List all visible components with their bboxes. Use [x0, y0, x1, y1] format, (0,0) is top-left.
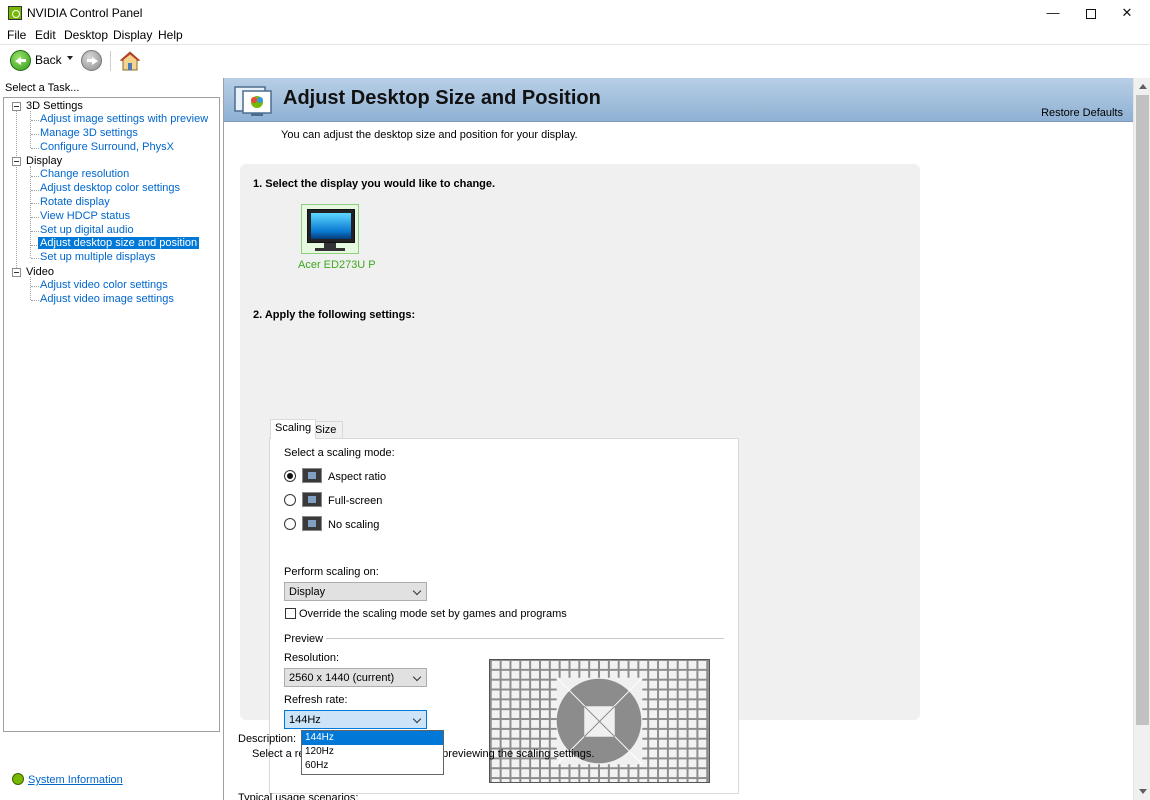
no-scaling-label[interactable]: No scaling	[328, 519, 379, 531]
perform-scaling-value: Display	[289, 586, 326, 598]
refresh-option-144hz[interactable]: 144Hz	[302, 731, 443, 745]
resolution-label: Resolution:	[284, 652, 340, 664]
radio-aspect-ratio[interactable]	[284, 470, 296, 482]
refresh-rate-label: Refresh rate:	[284, 694, 348, 706]
step2-heading: 2. Apply the following settings:	[253, 309, 416, 321]
step1-heading: 1. Select the display you would like to …	[253, 178, 496, 190]
page-title: Adjust Desktop Size and Position	[283, 87, 601, 109]
chevron-down-icon	[412, 714, 422, 724]
usage-scenarios-label: Typical usage scenarios:	[238, 792, 359, 800]
tree-line	[16, 110, 17, 274]
collapse-3d-settings-icon[interactable]	[12, 102, 21, 111]
scroll-down-icon[interactable]	[1139, 789, 1147, 794]
task-adjust-video-color[interactable]: Adjust video color settings	[38, 279, 170, 291]
title-bar: NVIDIA Control Panel — ✕	[0, 0, 1150, 26]
task-adjust-desktop-color[interactable]: Adjust desktop color settings	[38, 182, 182, 194]
override-label[interactable]: Override the scaling mode set by games a…	[299, 608, 567, 620]
refresh-option-120hz[interactable]: 120Hz	[302, 745, 443, 759]
page-banner: Adjust Desktop Size and Position Restore…	[224, 78, 1133, 122]
forward-arrow-icon[interactable]	[81, 50, 102, 71]
menu-desktop[interactable]: Desktop	[64, 28, 108, 42]
back-history-dropdown-icon[interactable]	[67, 56, 73, 60]
refresh-option-60hz[interactable]: 60Hz	[302, 759, 443, 773]
display-name[interactable]: Acer ED273U P	[298, 259, 376, 271]
tree-category-video[interactable]: Video	[26, 266, 54, 278]
tree-category-display[interactable]: Display	[26, 155, 62, 167]
perform-scaling-label: Perform scaling on:	[284, 566, 379, 578]
task-adjust-image-settings[interactable]: Adjust image settings with preview	[38, 113, 210, 125]
tab-scaling[interactable]: Scaling	[270, 419, 317, 439]
task-adjust-desktop-size-position[interactable]: Adjust desktop size and position	[38, 237, 200, 249]
page-intro: You can adjust the desktop size and posi…	[281, 129, 578, 141]
no-scaling-icon	[302, 516, 322, 531]
desktop-size-icon	[234, 86, 272, 116]
task-set-up-multiple-displays[interactable]: Set up multiple displays	[38, 251, 158, 263]
monitor-icon	[307, 209, 355, 243]
refresh-rate-dropdown: 144Hz 120Hz 60Hz	[301, 730, 444, 775]
refresh-rate-value: 144Hz	[289, 714, 321, 726]
task-adjust-video-image[interactable]: Adjust video image settings	[38, 293, 176, 305]
menu-display[interactable]: Display	[113, 28, 152, 42]
settings-section: 1. Select the display you would like to …	[240, 164, 920, 794]
back-arrow-icon[interactable]	[10, 50, 31, 71]
window-title: NVIDIA Control Panel	[27, 6, 143, 20]
toolbar: Back	[0, 44, 1150, 76]
vertical-scrollbar[interactable]	[1133, 78, 1150, 800]
home-icon[interactable]	[119, 50, 141, 72]
task-pane-footer: System Information	[0, 735, 222, 800]
scroll-thumb[interactable]	[1136, 95, 1149, 725]
menu-help[interactable]: Help	[158, 28, 183, 42]
resolution-select[interactable]: 2560 x 1440 (current)	[284, 668, 427, 687]
chevron-down-icon	[412, 672, 422, 682]
perform-scaling-select[interactable]: Display	[284, 582, 427, 601]
task-view-hdcp-status[interactable]: View HDCP status	[38, 210, 132, 222]
override-checkbox[interactable]	[285, 608, 296, 619]
collapse-display-icon[interactable]	[12, 157, 21, 166]
full-screen-label[interactable]: Full-screen	[328, 495, 382, 507]
system-information-link[interactable]: System Information	[28, 774, 123, 786]
preview-divider	[326, 638, 724, 639]
scaling-mode-label: Select a scaling mode:	[284, 447, 395, 459]
task-change-resolution[interactable]: Change resolution	[38, 168, 131, 180]
aspect-ratio-icon	[302, 468, 322, 483]
task-configure-surround[interactable]: Configure Surround, PhysX	[38, 141, 176, 153]
tree-line	[30, 111, 31, 148]
scroll-up-icon[interactable]	[1139, 84, 1147, 89]
task-manage-3d-settings[interactable]: Manage 3D settings	[38, 127, 140, 139]
restore-defaults-link[interactable]: Restore Defaults	[1041, 107, 1123, 119]
resolution-value: 2560 x 1440 (current)	[289, 672, 395, 684]
tree-line	[30, 277, 31, 300]
menu-bar: File Edit Desktop Display Help	[0, 26, 1150, 44]
back-button[interactable]: Back	[35, 53, 62, 67]
task-rotate-display[interactable]: Rotate display	[38, 196, 112, 208]
task-pane-header: Select a Task...	[0, 80, 222, 97]
scaling-preview-image	[489, 659, 710, 783]
chevron-down-icon	[412, 586, 422, 596]
toolbar-separator	[110, 51, 111, 71]
menu-edit[interactable]: Edit	[35, 28, 56, 42]
task-set-up-digital-audio[interactable]: Set up digital audio	[38, 224, 136, 236]
refresh-rate-select[interactable]: 144Hz	[284, 710, 427, 729]
content-pane: Adjust Desktop Size and Position Restore…	[223, 78, 1150, 800]
maximize-icon	[1086, 8, 1096, 19]
aspect-ratio-label[interactable]: Aspect ratio	[328, 471, 386, 483]
description-label: Description:	[238, 733, 297, 745]
radio-full-screen[interactable]	[284, 494, 296, 506]
collapse-video-icon[interactable]	[12, 268, 21, 277]
nvidia-logo-icon	[8, 6, 22, 20]
display-tile[interactable]	[301, 204, 359, 254]
radio-no-scaling[interactable]	[284, 518, 296, 530]
full-screen-icon	[302, 492, 322, 507]
menu-file[interactable]: File	[7, 28, 26, 42]
preview-label: Preview	[284, 633, 324, 645]
close-button[interactable]: ✕	[1104, 0, 1150, 26]
task-tree: 3D Settings Adjust image settings with p…	[3, 97, 220, 732]
system-info-icon[interactable]	[12, 773, 24, 785]
tree-category-3d-settings[interactable]: 3D Settings	[26, 100, 83, 112]
